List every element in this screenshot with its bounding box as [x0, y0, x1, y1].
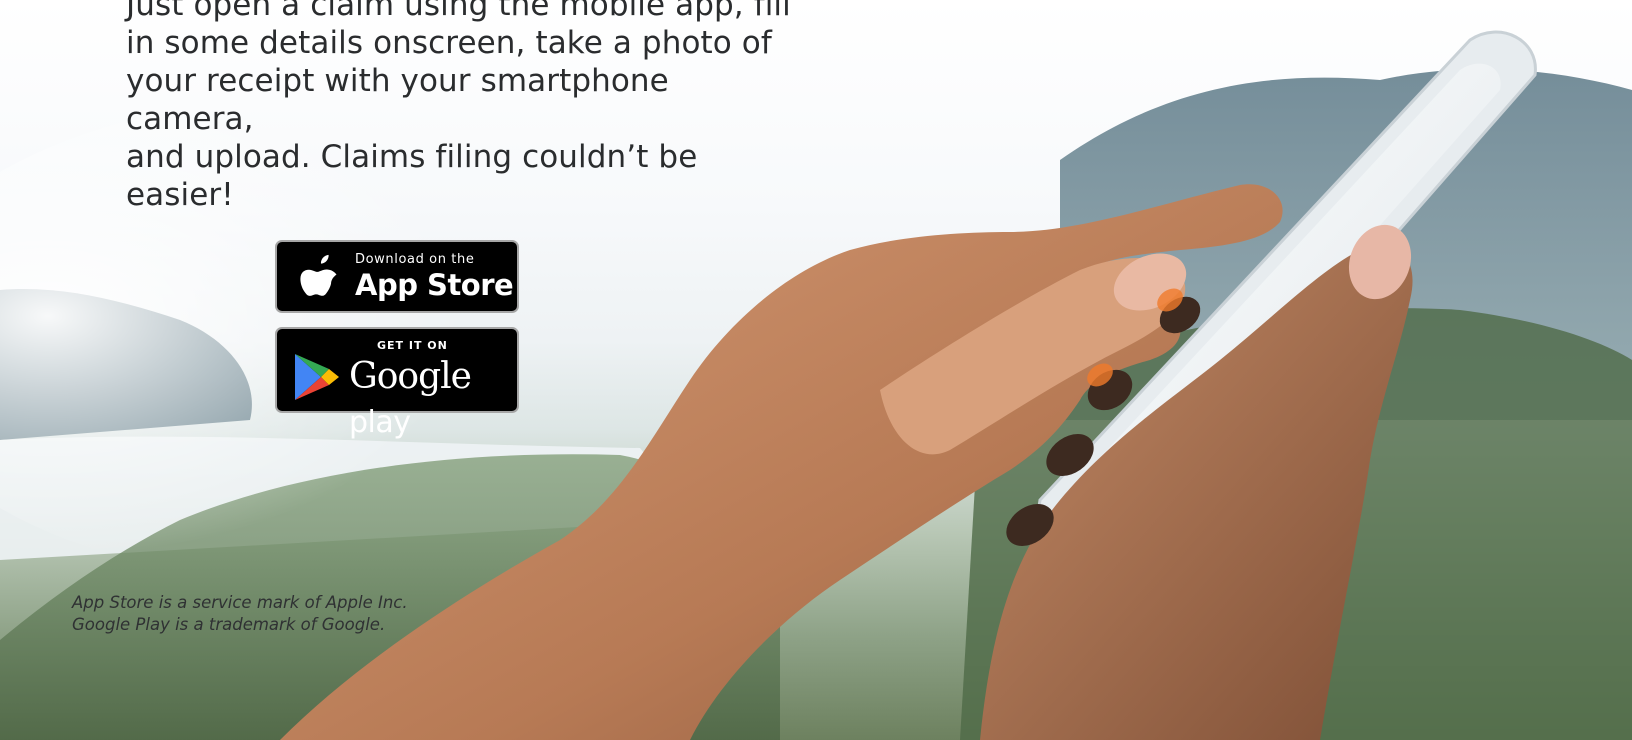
google-play-big-text: Google play [349, 355, 517, 445]
apple-icon [300, 254, 337, 296]
google-play-small-text: GET IT ON [377, 339, 448, 352]
app-store-badge-button[interactable]: Download on the App Store [275, 240, 519, 313]
app-store-big-text: App Store [355, 267, 514, 302]
trademark-line-1: App Store is a service mark of Apple Inc… [72, 593, 408, 612]
trademark-line-2: Google Play is a trademark of Google. [72, 615, 386, 634]
google-play-play-word: play [349, 405, 411, 440]
intro-line-4: and upload. Claims filing couldn’t be ea… [126, 139, 698, 213]
intro-line-3: your receipt with your smartphone camera… [126, 63, 669, 137]
google-play-icon [295, 354, 339, 400]
intro-paragraph: Just open a claim using the mobile app, … [126, 0, 806, 214]
google-play-badge-button[interactable]: GET IT ON Google play [275, 327, 519, 440]
google-play-brand-word: Google [349, 356, 472, 397]
intro-line-2: in some details onscreen, take a photo o… [126, 25, 772, 61]
trademark-notice: App Store is a service mark of Apple Inc… [72, 592, 492, 636]
intro-line-1: Just open a claim using the mobile app, … [126, 0, 791, 23]
app-store-small-text: Download on the [355, 251, 475, 267]
